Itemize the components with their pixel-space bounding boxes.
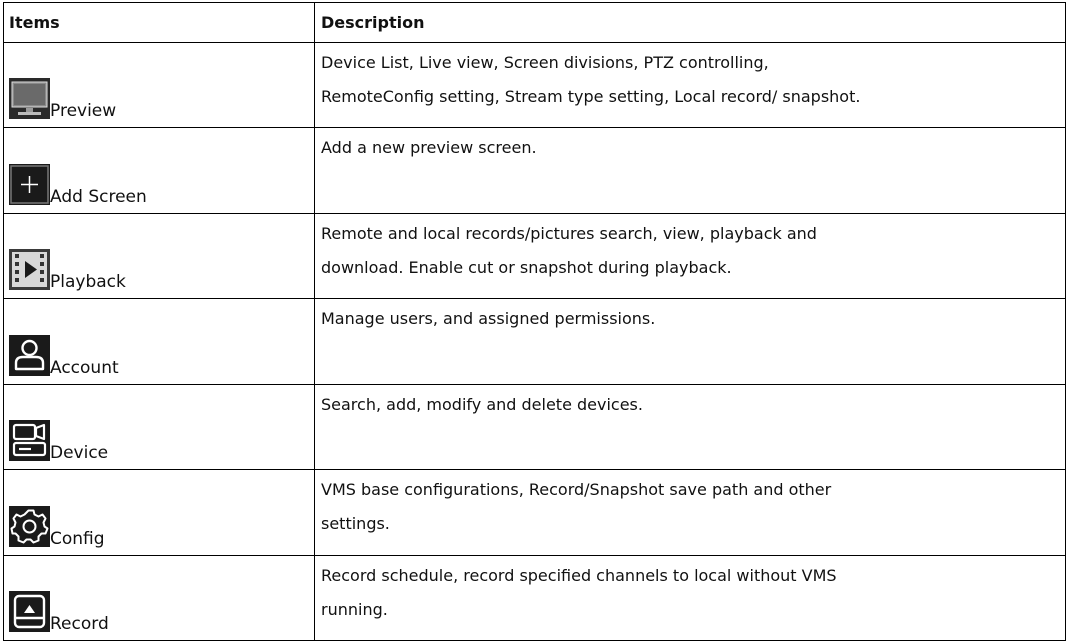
item-cell-add-screen: Add Screen	[3, 127, 315, 214]
description-line: Record schedule, record specified channe…	[321, 566, 837, 585]
description-cell: Device List, Live view, Screen divisions…	[314, 42, 1066, 128]
description-line: VMS base configurations, Record/Snapshot…	[321, 480, 832, 499]
item-label: Add Screen	[50, 187, 147, 207]
description-line: Manage users, and assigned permissions.	[321, 309, 656, 328]
item-cell-playback: Playback	[3, 213, 315, 299]
table-row: Playback Remote and local records/pictur…	[3, 213, 1066, 299]
description-header: Description	[314, 2, 1066, 43]
table-row: Config VMS base configurations, Record/S…	[3, 469, 1066, 556]
item-label: Preview	[50, 101, 117, 121]
camera-device-icon	[9, 420, 50, 461]
description-line: Remote and local records/pictures search…	[321, 224, 817, 243]
film-play-icon	[9, 249, 50, 290]
table-row: Add Screen Add a new preview screen.	[3, 127, 1066, 214]
description-cell: Record schedule, record specified channe…	[314, 555, 1066, 641]
description-line: Search, add, modify and delete devices.	[321, 395, 643, 414]
description-line: settings.	[321, 514, 390, 533]
feature-table: Items Description Preview Device List, L…	[3, 2, 1066, 641]
description-line: running.	[321, 600, 388, 619]
table-row: Preview Device List, Live view, Screen d…	[3, 42, 1066, 128]
item-cell-record: Record	[3, 555, 315, 641]
items-header: Items	[3, 2, 315, 43]
table-row: Account Manage users, and assigned permi…	[3, 298, 1066, 385]
table-row: Record Record schedule, record specified…	[3, 555, 1066, 641]
description-cell: Search, add, modify and delete devices.	[314, 384, 1066, 470]
description-line: Add a new preview screen.	[321, 138, 537, 157]
item-cell-device: Device	[3, 384, 315, 470]
item-cell-account: Account	[3, 298, 315, 385]
item-label: Device	[50, 443, 109, 463]
item-label: Record	[50, 614, 109, 634]
table-row: Device Search, add, modify and delete de…	[3, 384, 1066, 470]
description-line: download. Enable cut or snapshot during …	[321, 258, 732, 277]
description-cell: VMS base configurations, Record/Snapshot…	[314, 469, 1066, 556]
description-cell: Manage users, and assigned permissions.	[314, 298, 1066, 385]
item-label: Config	[50, 529, 105, 549]
table-header-row: Items Description	[3, 2, 1066, 43]
add-screen-icon	[9, 164, 50, 205]
description-line: Device List, Live view, Screen divisions…	[321, 53, 769, 72]
item-label: Playback	[50, 272, 126, 292]
gear-icon	[9, 506, 50, 547]
item-cell-config: Config	[3, 469, 315, 556]
description-cell: Remote and local records/pictures search…	[314, 213, 1066, 299]
description-cell: Add a new preview screen.	[314, 127, 1066, 214]
item-cell-preview: Preview	[3, 42, 315, 128]
item-label: Account	[50, 358, 119, 378]
record-drive-icon	[9, 591, 50, 632]
user-icon	[9, 335, 50, 376]
description-line: RemoteConfig setting, Stream type settin…	[321, 87, 861, 106]
monitor-icon	[9, 78, 50, 119]
